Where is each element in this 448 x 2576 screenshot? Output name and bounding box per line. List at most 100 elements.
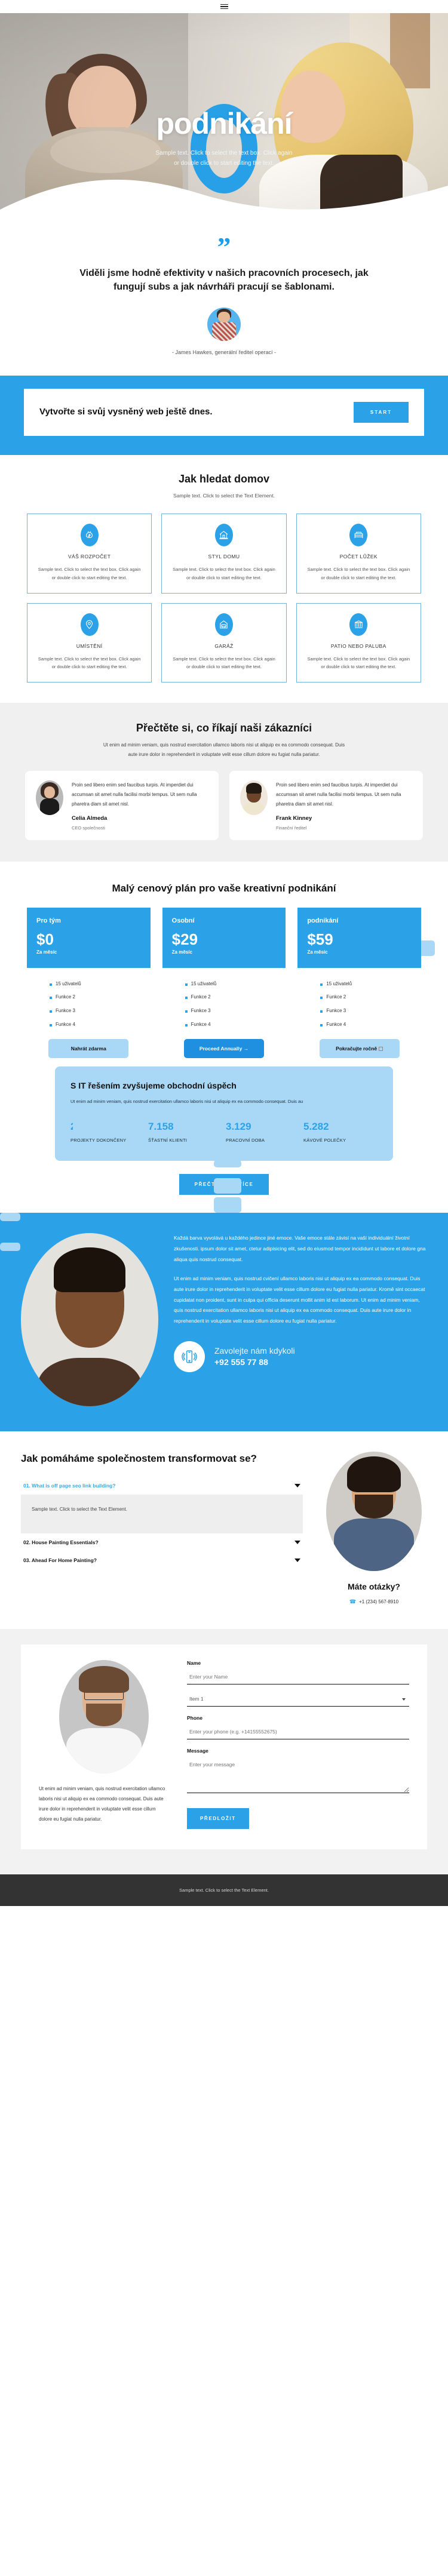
decorative-block (214, 1197, 241, 1213)
features-section: Jak hledat domov Sample text. Click to s… (0, 454, 448, 703)
hamburger-icon[interactable] (220, 4, 228, 10)
faq-side-phone[interactable]: ☎ +1 (234) 567-8910 (321, 1599, 427, 1605)
avatar (240, 780, 268, 815)
name-label: Name (187, 1660, 201, 1667)
pricing-title: Malý cenový plán pro vaše kreativní podn… (112, 882, 336, 894)
quote-text: Viděli jsme hodně efektivity v našich pr… (79, 268, 369, 293)
cta-section: Vytvořte si svůj vysněný web ještě dnes.… (0, 375, 448, 455)
feature-card-location[interactable]: UMÍSTĚNÍ Sample text. Click to select th… (27, 602, 152, 683)
house-icon (214, 523, 233, 546)
testimonial-role: Finanční ředitel (276, 825, 307, 831)
mobile-phone-ringing-icon (174, 1341, 205, 1373)
plan-name: Pro tým (36, 917, 61, 924)
stat-value: 3.129 (226, 1121, 251, 1133)
plan-cta-button[interactable]: Proceed Annually → (183, 1038, 264, 1058)
faq-question-toggle[interactable]: 01. What is off page seo link building? (21, 1477, 303, 1495)
map-pin-icon (80, 613, 99, 636)
feature-text: Sample text. Click to select the text bo… (38, 656, 141, 670)
stat-value: 7.158 (148, 1121, 174, 1133)
plan-cta-button[interactable]: Pokračujte ročně (319, 1038, 400, 1058)
call-us-label: Zavolejte nám kdykoli (214, 1346, 295, 1356)
faq-section: Jak pomáháme společnostem transformovat … (0, 1431, 448, 1630)
footer-text: Sample text. Click to select the Text El… (179, 1888, 269, 1893)
decorative-block (73, 1115, 103, 1133)
pricing-card-personal: Osobní $29 Za měsíc 15 uživatelů Funkce … (162, 907, 286, 1058)
plan-cta-button[interactable]: Nahrát zdarma (48, 1038, 129, 1058)
plan-feature: Funkce 3 (185, 1004, 286, 1018)
feature-card-house-style[interactable]: STYL DOMU Sample text. Click to select t… (161, 513, 287, 594)
feature-name: VÁŠ ROZPOČET (67, 553, 111, 560)
plan-feature: Funkce 3 (320, 1004, 421, 1018)
faq-question-text: 02. House Painting Essentials? (23, 1539, 99, 1546)
plan-feature: Funkce 4 (320, 1018, 421, 1032)
feature-card-patio[interactable]: PATIO NEBO PALUBA Sample text. Click to … (296, 602, 421, 683)
faq-question-toggle[interactable]: 02. House Painting Essentials? (21, 1533, 303, 1551)
stat-label: KÁVOVÉ POLEČKY (303, 1138, 346, 1143)
contact-form: Name Item 1 Phone (187, 1660, 409, 1830)
footer: Sample text. Click to select the Text El… (0, 1874, 448, 1907)
garage-icon (214, 613, 233, 636)
start-button[interactable]: START (353, 401, 409, 423)
testimonials-title: Přečtěte si, co říkají naši zákazníci (136, 722, 312, 734)
plan-feature: 15 uživatelů (185, 977, 286, 991)
quote-author: - James Hawkes, generální ředitel operac… (171, 349, 277, 355)
call-us-block[interactable]: Zavolejte nám kdykoli +92 555 77 88 (174, 1341, 427, 1373)
avatar (36, 780, 63, 815)
feature-name: UMÍSTĚNÍ (76, 643, 103, 649)
plan-feature: Funkce 3 (50, 1004, 151, 1018)
testimonial-name: Frank Kinney (276, 814, 312, 822)
stats-title: S IT řešením zvyšujeme obchodní úspěch (70, 1080, 237, 1090)
page-root: podnikání Sample text. Click to select t… (0, 0, 448, 1907)
cta-title: Vytvořte si svůj vysněný web ještě dnes. (39, 407, 213, 417)
features-title: Jak hledat domov (178, 472, 270, 485)
plan-feature: Funkce 4 (50, 1018, 151, 1032)
pricing-grid: Pro tým $0 Za měsíc 15 uživatelů Funkce … (27, 907, 421, 1058)
faq-question-toggle[interactable]: 03. Ahead For Home Painting? (21, 1551, 303, 1569)
decorative-block (0, 1242, 20, 1251)
testimonial-role: CEO společnosti (72, 825, 105, 831)
about-paragraph-2: Ut enim ad minim veniam, quis nostrud cv… (174, 1275, 425, 1324)
stat-label: ŠŤASTNÍ KLIENTI (148, 1138, 188, 1143)
feature-text: Sample text. Click to select the text bo… (307, 656, 410, 670)
feature-name: GARÁŽ (214, 643, 234, 649)
faq-accordion: 01. What is off page seo link building? … (21, 1477, 303, 1569)
testimonial-name: Celia Almeda (72, 814, 108, 822)
money-bag-icon (80, 523, 99, 546)
feature-card-beds[interactable]: POČET LŮŽEK Sample text. Click to select… (296, 513, 421, 594)
message-textarea[interactable] (187, 1759, 409, 1794)
plan-feature: Funkce 4 (185, 1018, 286, 1032)
quote-section: ” Viděli jsme hodně efektivity v našich … (0, 222, 448, 376)
testimonial-card: Proin sed libero enim sed faucibus turpi… (229, 770, 423, 840)
plan-price: $29 (171, 930, 198, 948)
testimonial-text: Proin sed libero enim sed faucibus turpi… (72, 782, 197, 807)
item-select[interactable]: Item 1 (187, 1693, 409, 1707)
submit-button[interactable]: PŘEDLOŽIT (187, 1808, 249, 1830)
about-portrait (21, 1233, 158, 1407)
message-label: Message (187, 1748, 208, 1754)
plan-feature: Funkce 2 (50, 991, 151, 1004)
feature-card-budget[interactable]: VÁŠ ROZPOČET Sample text. Click to selec… (27, 513, 152, 594)
feature-text: Sample text. Click to select the text bo… (307, 566, 410, 580)
about-section: Každá barva vyvolává u každého jedince j… (0, 1213, 448, 1432)
faq-portrait (326, 1452, 422, 1572)
plan-feature: 15 uživatelů (50, 977, 151, 991)
plan-feature: 15 uživatelů (320, 977, 421, 991)
feature-card-garage[interactable]: GARÁŽ Sample text. Click to select the t… (161, 602, 287, 683)
feature-name: PATIO NEBO PALUBA (330, 643, 386, 649)
features-subtitle: Sample text. Click to select the Text El… (173, 492, 275, 499)
chevron-down-icon (294, 1484, 300, 1488)
faq-answer: Sample text. Click to select the Text El… (21, 1495, 303, 1534)
faq-side-phone-number: +1 (234) 567-8910 (359, 1599, 399, 1605)
feature-name: STYL DOMU (208, 553, 240, 560)
features-grid: VÁŠ ROZPOČET Sample text. Click to selec… (27, 513, 421, 683)
name-input[interactable] (187, 1671, 409, 1685)
decorative-block (214, 1178, 241, 1194)
chevron-down-icon (294, 1558, 300, 1563)
plan-period: Za měsíc (36, 949, 57, 955)
testimonials-grid: Proin sed libero enim sed faucibus turpi… (25, 770, 423, 840)
phone-input[interactable] (187, 1726, 409, 1740)
plan-name: podnikání (307, 917, 339, 924)
contact-card: Ut enim ad minim veniam, quis nostrud ex… (21, 1644, 427, 1850)
columns-icon (349, 613, 368, 636)
call-us-phone[interactable]: +92 555 77 88 (214, 1357, 295, 1368)
